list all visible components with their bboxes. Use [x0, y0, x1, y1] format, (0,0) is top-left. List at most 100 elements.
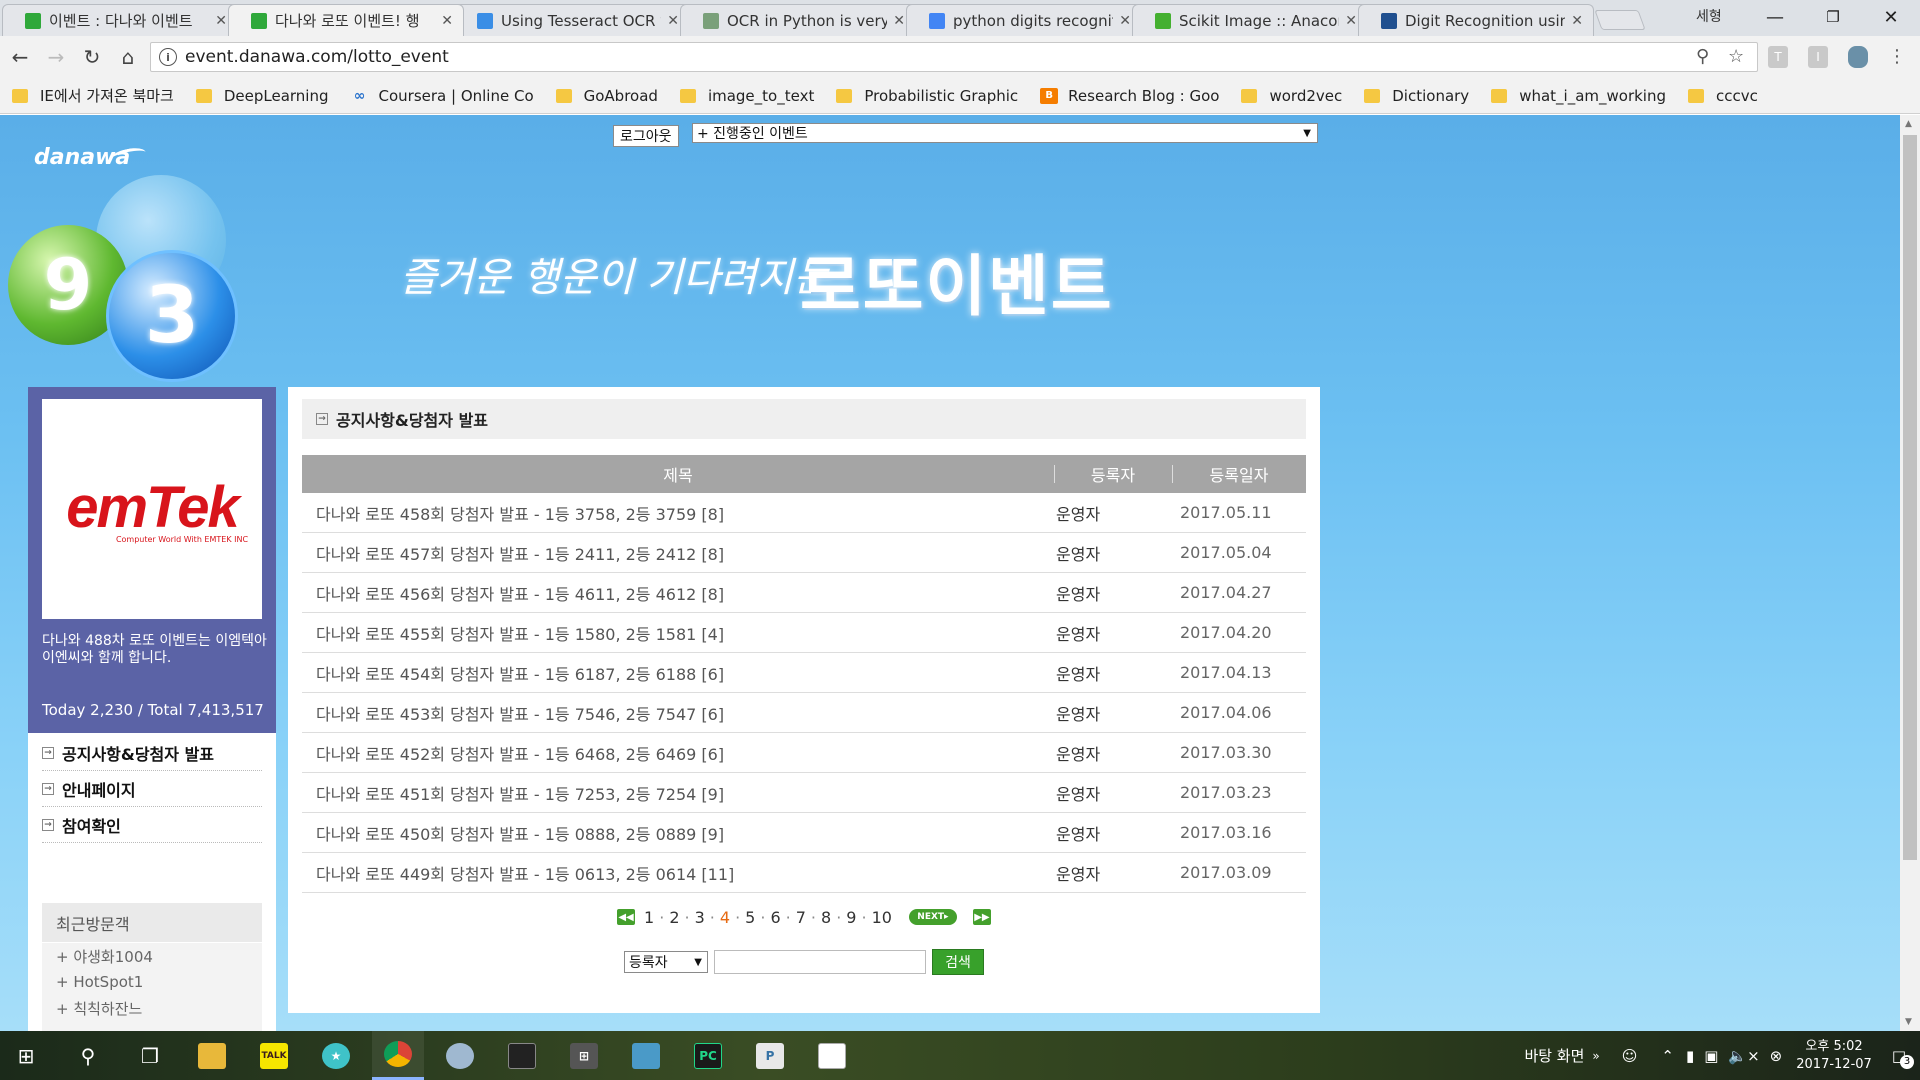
- battery-icon[interactable]: ▮: [1686, 1047, 1694, 1065]
- info-icon[interactable]: i: [159, 48, 177, 66]
- search-button[interactable]: 검색: [932, 949, 984, 975]
- desktop-label[interactable]: 바탕 화면: [1524, 1045, 1584, 1066]
- kakaotalk-icon[interactable]: TALK: [248, 1031, 300, 1080]
- back-icon[interactable]: ←: [4, 41, 36, 73]
- notice-title-link[interactable]: 다나와 로또 453회 당첨자 발표 - 1등 7546, 2등 7547 [6…: [302, 701, 1042, 725]
- bookmark-item[interactable]: IE에서 가져온 북마크: [12, 85, 174, 106]
- sidebar-item-notice[interactable]: → 공지사항&당첨자 발표: [42, 735, 262, 771]
- first-page-icon[interactable]: ◀◀: [617, 909, 636, 925]
- event-select[interactable]: + 진행중인 이벤트 ▼: [692, 123, 1318, 143]
- browser-tab[interactable]: python digits recognit ✕: [906, 4, 1142, 36]
- notice-title-link[interactable]: 다나와 로또 455회 당첨자 발표 - 1등 1580, 2등 1581 [4…: [302, 621, 1042, 645]
- terminal-icon[interactable]: [496, 1031, 548, 1080]
- visitor-item[interactable]: + HotSpot1: [42, 969, 262, 995]
- action-center-icon[interactable]: □ 3: [1892, 1047, 1914, 1069]
- clock[interactable]: 오후 5:02 2017-12-07: [1796, 1038, 1872, 1074]
- new-tab-button[interactable]: [1594, 10, 1646, 30]
- scroll-thumb[interactable]: [1903, 135, 1917, 860]
- home-icon[interactable]: ⌂: [112, 41, 144, 73]
- profile-button[interactable]: 세형: [1696, 6, 1722, 26]
- reload-icon[interactable]: ↻: [76, 41, 108, 73]
- bookmark-star-icon[interactable]: ☆: [1728, 46, 1744, 67]
- bookmark-item[interactable]: what_i_am_working: [1491, 87, 1666, 105]
- bookmark-item[interactable]: Probabilistic Graphic: [836, 87, 1018, 105]
- task-view-icon[interactable]: ❐: [124, 1031, 176, 1080]
- close-tab-icon[interactable]: ✕: [215, 13, 227, 29]
- browser-tab[interactable]: 이벤트 : 다나와 이벤트 ✕: [2, 4, 238, 36]
- notice-title-link[interactable]: 다나와 로또 456회 당첨자 발표 - 1등 4611, 2등 4612 [8…: [302, 581, 1042, 605]
- restore-icon[interactable]: ❐: [1804, 0, 1862, 34]
- notice-title-link[interactable]: 다나와 로또 454회 당첨자 발표 - 1등 6187, 2등 6188 [6…: [302, 661, 1042, 685]
- tray-overflow-icon[interactable]: ⌃: [1661, 1047, 1674, 1065]
- page-link[interactable]: 7: [796, 908, 806, 927]
- page-link[interactable]: 10: [872, 908, 892, 927]
- calculator-icon[interactable]: ⊞: [558, 1031, 610, 1080]
- extension-i-icon[interactable]: I: [1808, 46, 1828, 68]
- close-window-icon[interactable]: ✕: [1862, 0, 1920, 34]
- bookmark-item[interactable]: cccvc: [1688, 87, 1758, 105]
- next-page-button[interactable]: NEXT ▸: [908, 909, 957, 925]
- page-link[interactable]: 6: [770, 908, 780, 927]
- page-link[interactable]: 9: [846, 908, 856, 927]
- scroll-down-icon[interactable]: ▼: [1905, 1017, 1912, 1027]
- bookmark-item[interactable]: image_to_text: [679, 87, 814, 105]
- close-tab-icon[interactable]: ✕: [1345, 13, 1357, 29]
- volume-muted-icon[interactable]: 🔈×: [1728, 1047, 1759, 1065]
- notice-title-link[interactable]: 다나와 로또 452회 당첨자 발표 - 1등 6468, 2등 6469 [6…: [302, 741, 1042, 765]
- extension-t-icon[interactable]: T: [1768, 46, 1788, 68]
- page-link[interactable]: 5: [745, 908, 755, 927]
- sidebar-item-guide[interactable]: → 안내페이지: [42, 771, 262, 807]
- browser-tab[interactable]: Digit Recognition usin ✕: [1358, 4, 1594, 36]
- logout-button[interactable]: 로그아웃: [613, 125, 679, 147]
- paint-icon[interactable]: [434, 1031, 486, 1080]
- ime-icon[interactable]: ⊗: [1770, 1047, 1783, 1065]
- last-page-icon[interactable]: ▶▶: [972, 909, 991, 925]
- bookmark-item[interactable]: Dictionary: [1364, 87, 1469, 105]
- page-link[interactable]: 8: [821, 908, 831, 927]
- browser-tab[interactable]: Using Tesseract OCR w ✕: [454, 4, 690, 36]
- notice-title-link[interactable]: 다나와 로또 451회 당첨자 발표 - 1등 7253, 2등 7254 [9…: [302, 781, 1042, 805]
- notice-title-link[interactable]: 다나와 로또 450회 당첨자 발표 - 1등 0888, 2등 0889 [9…: [302, 821, 1042, 845]
- star-app-icon[interactable]: ★: [310, 1031, 362, 1080]
- close-tab-icon[interactable]: ✕: [1119, 13, 1131, 29]
- notice-title-link[interactable]: 다나와 로또 457회 당첨자 발표 - 1등 2411, 2등 2412 [8…: [302, 541, 1042, 565]
- page-link[interactable]: 1: [644, 908, 654, 927]
- photos-icon[interactable]: [806, 1031, 858, 1080]
- page-scrollbar[interactable]: ▲ ▼: [1900, 115, 1920, 1031]
- windows-start-icon[interactable]: ⊞: [0, 1031, 52, 1080]
- sidebar-item-participation[interactable]: → 참여확인: [42, 807, 262, 843]
- close-tab-icon[interactable]: ✕: [1571, 13, 1583, 29]
- page-link[interactable]: 4: [720, 908, 730, 927]
- bookmark-item[interactable]: DeepLearning: [195, 87, 329, 105]
- search-field-select[interactable]: 등록자 ▼: [624, 951, 708, 973]
- zoom-icon[interactable]: ⚲: [1696, 46, 1709, 67]
- people-icon[interactable]: ☺: [1622, 1047, 1638, 1065]
- notice-title-link[interactable]: 다나와 로또 449회 당첨자 발표 - 1등 0613, 2등 0614 [1…: [302, 861, 1042, 885]
- bookmark-item[interactable]: word2vec: [1241, 87, 1342, 105]
- close-tab-icon[interactable]: ✕: [441, 13, 453, 29]
- close-tab-icon[interactable]: ✕: [893, 13, 905, 29]
- python-file-icon[interactable]: P: [744, 1031, 796, 1080]
- scroll-up-icon[interactable]: ▲: [1905, 119, 1912, 129]
- menu-icon[interactable]: ⋮: [1888, 46, 1906, 67]
- visitor-item[interactable]: + 칙칙하잔느: [42, 995, 262, 1021]
- page-link[interactable]: 3: [695, 908, 705, 927]
- browser-tab[interactable]: OCR in Python is very ✕: [680, 4, 916, 36]
- minimize-icon[interactable]: —: [1746, 0, 1804, 34]
- network-icon[interactable]: ▣: [1704, 1047, 1718, 1065]
- bookmark-item[interactable]: ∞ Coursera | Online Co: [351, 87, 534, 105]
- pycharm-icon[interactable]: PC: [682, 1031, 734, 1080]
- forward-icon[interactable]: →: [40, 41, 72, 73]
- bookmark-item[interactable]: B Research Blog : Goo: [1040, 87, 1219, 105]
- toolbar-expand-icon[interactable]: »: [1592, 1049, 1599, 1063]
- address-bar[interactable]: i event.danawa.com/lotto_event: [150, 42, 1758, 72]
- bookmark-item[interactable]: GoAbroad: [555, 87, 658, 105]
- file-explorer-icon[interactable]: [186, 1031, 238, 1080]
- browser-tab[interactable]: 다나와 로또 이벤트! 행 ✕: [228, 4, 464, 36]
- notes-icon[interactable]: [620, 1031, 672, 1080]
- notice-title-link[interactable]: 다나와 로또 458회 당첨자 발표 - 1등 3758, 2등 3759 [8…: [302, 501, 1042, 525]
- browser-tab[interactable]: Scikit Image :: Anacon ✕: [1132, 4, 1368, 36]
- search-icon[interactable]: ⚲: [62, 1031, 114, 1080]
- sponsor-logo[interactable]: emTek Computer World With EMTEK INC: [42, 399, 262, 619]
- page-link[interactable]: 2: [669, 908, 679, 927]
